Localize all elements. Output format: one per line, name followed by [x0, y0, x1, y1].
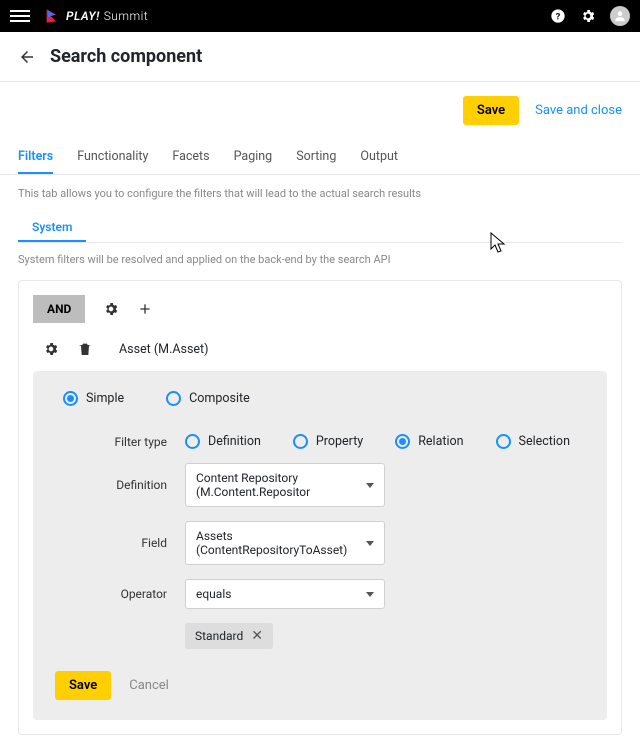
tab-functionality[interactable]: Functionality [77, 139, 148, 174]
topbar-actions: ? [550, 6, 630, 26]
gear-icon[interactable] [103, 301, 119, 317]
tab-filters[interactable]: Filters [18, 139, 53, 174]
operator-row: Operator equals [55, 579, 585, 609]
user-avatar[interactable] [610, 6, 630, 26]
chevron-down-icon [366, 541, 374, 546]
and-button[interactable]: AND [33, 295, 85, 323]
mode-composite-label: Composite [189, 391, 250, 406]
mode-simple[interactable]: Simple [63, 391, 124, 406]
app-topbar: PLAY! Summit ? [0, 0, 640, 32]
brand: PLAY! Summit [44, 8, 148, 24]
brand-bold: PLAY! [66, 9, 100, 23]
subtab-system[interactable]: System [18, 212, 86, 242]
mode-simple-label: Simple [86, 391, 124, 406]
chevron-down-icon [366, 592, 374, 597]
tab-paging[interactable]: Paging [234, 139, 273, 174]
settings-icon[interactable] [580, 8, 596, 24]
person-icon [613, 9, 627, 23]
chevron-down-icon [366, 483, 374, 488]
value-chip: Standard ✕ [185, 623, 273, 649]
operator-label: Operator [55, 587, 185, 601]
filtertype-relation[interactable]: Relation [395, 434, 463, 449]
definition-label: Definition [55, 478, 185, 492]
filtertype-definition[interactable]: Definition [185, 434, 261, 449]
definition-row: Definition Content Repository (M.Content… [55, 463, 585, 507]
tab-description: This tab allows you to configure the fil… [18, 187, 622, 200]
definition-value: Content Repository (M.Content.Repositor [196, 471, 366, 499]
radio-icon [395, 434, 410, 449]
operator-select[interactable]: equals [185, 579, 385, 609]
mode-composite[interactable]: Composite [166, 391, 250, 406]
content-area: This tab allows you to configure the fil… [0, 175, 640, 747]
asset-label: Asset (M.Asset) [119, 342, 209, 357]
page-header: Search component [0, 32, 640, 82]
close-icon[interactable]: ✕ [251, 628, 263, 644]
tab-output[interactable]: Output [360, 139, 398, 174]
card-actions: Save Cancel [55, 671, 585, 700]
save-row: Save Save and close [0, 82, 640, 139]
asset-row: Asset (M.Asset) [33, 337, 607, 371]
menu-icon[interactable] [10, 7, 30, 25]
sub-tabs: System [18, 212, 622, 243]
save-button[interactable]: Save [463, 96, 519, 125]
mode-row: Simple Composite [55, 391, 585, 406]
radio-icon [293, 434, 308, 449]
gear-icon[interactable] [43, 341, 59, 357]
brand-logo-icon [44, 8, 60, 24]
plus-icon[interactable] [137, 301, 153, 317]
radio-icon [166, 391, 181, 406]
filtertype-selection[interactable]: Selection [496, 434, 570, 449]
field-row: Field Assets (ContentRepositoryToAsset) [55, 521, 585, 565]
field-select[interactable]: Assets (ContentRepositoryToAsset) [185, 521, 385, 565]
filtertype-property[interactable]: Property [293, 434, 363, 449]
page-title: Search component [50, 46, 202, 67]
system-hint: System filters will be resolved and appl… [18, 253, 622, 266]
card-cancel-link[interactable]: Cancel [129, 678, 169, 693]
card-save-button[interactable]: Save [55, 671, 111, 700]
radio-icon [496, 434, 511, 449]
field-label: Field [55, 536, 185, 550]
radio-icon [63, 391, 78, 406]
field-value: Assets (ContentRepositoryToAsset) [196, 529, 366, 557]
tab-facets[interactable]: Facets [172, 139, 209, 174]
tab-sorting[interactable]: Sorting [296, 139, 336, 174]
svg-text:?: ? [556, 11, 561, 22]
operator-value: equals [196, 587, 231, 601]
main-tabs: Filters Functionality Facets Paging Sort… [0, 139, 640, 175]
save-and-close-link[interactable]: Save and close [535, 103, 622, 118]
filter-type-row: Filter type Definition Property Relation… [55, 434, 585, 449]
filter-type-label: Filter type [55, 435, 185, 449]
definition-select[interactable]: Content Repository (M.Content.Repositor [185, 463, 385, 507]
help-icon[interactable]: ? [550, 8, 566, 24]
filter-config: Simple Composite Filter type Definition … [33, 371, 607, 720]
chip-label: Standard [195, 629, 243, 643]
brand-thin: Summit [104, 9, 149, 23]
back-icon[interactable] [18, 48, 36, 66]
filter-type-options: Definition Property Relation Selection [185, 434, 570, 449]
filter-panel: AND Asset (M.Asset) Simple Composite [18, 280, 622, 735]
radio-icon [185, 434, 200, 449]
trash-icon[interactable] [77, 341, 93, 357]
panel-toolbar: AND [33, 295, 607, 323]
